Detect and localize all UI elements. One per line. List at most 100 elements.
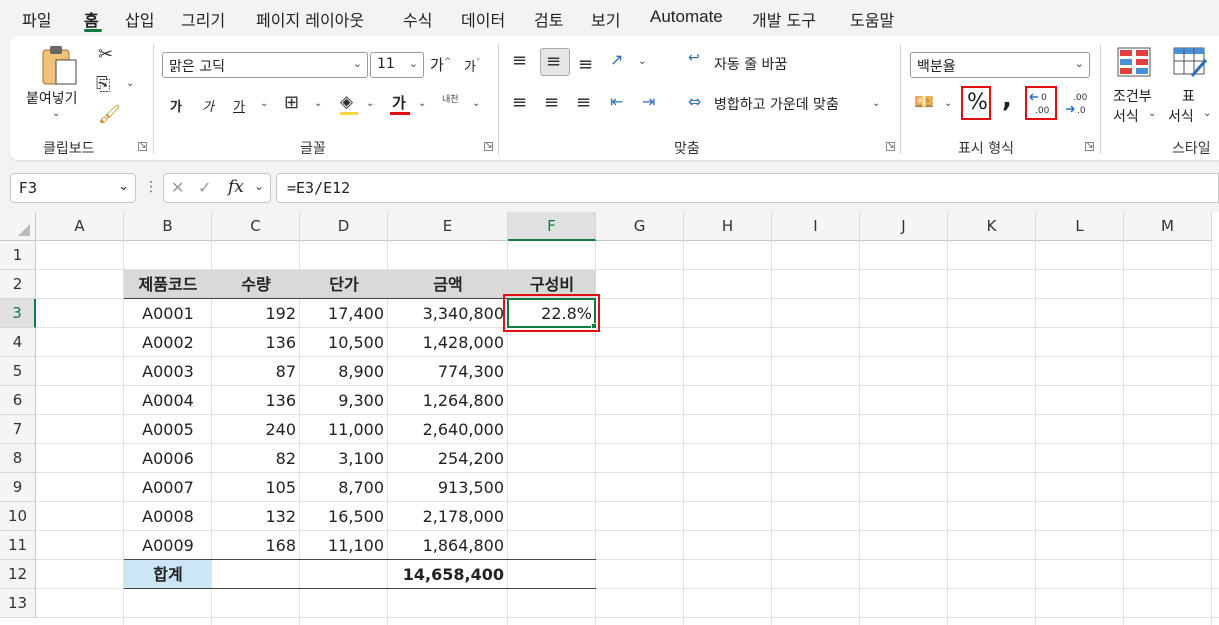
align-left-icon[interactable]: ≡: [512, 92, 527, 113]
column-header-b[interactable]: B: [124, 212, 212, 241]
column-header-c[interactable]: C: [212, 212, 300, 241]
align-middle-button[interactable]: ≡: [540, 48, 570, 76]
row-header-5[interactable]: 5: [0, 357, 36, 386]
decrease-decimal-button[interactable]: .00 .0: [1064, 89, 1090, 117]
column-header-f[interactable]: F: [508, 212, 596, 241]
font-launcher-icon[interactable]: ↘: [484, 142, 493, 151]
enter-icon[interactable]: ✓: [198, 178, 211, 197]
paste-dropdown-icon[interactable]: ⌄: [52, 108, 60, 119]
accounting-dropdown-icon[interactable]: ⌄: [944, 98, 952, 109]
column-header-d[interactable]: D: [300, 212, 388, 241]
row-header-3[interactable]: 3: [0, 299, 36, 328]
row-header-2[interactable]: 2: [0, 270, 36, 299]
paste-button[interactable]: [40, 44, 80, 88]
product-code-cell[interactable]: A0009: [124, 531, 212, 560]
increase-indent-icon[interactable]: ⇥: [642, 92, 655, 111]
name-box[interactable]: F3 ⌄: [10, 173, 136, 203]
row-header-7[interactable]: 7: [0, 415, 36, 444]
table-cell[interactable]: 82: [212, 444, 300, 473]
merge-center-button[interactable]: 병합하고 가운데 맞춤: [714, 94, 839, 114]
underline-button[interactable]: 가: [233, 96, 245, 115]
fill-color-dropdown-icon[interactable]: ⌄: [366, 98, 374, 109]
menu-draw[interactable]: 그리기: [181, 7, 225, 31]
table-cell[interactable]: 3,100: [300, 444, 388, 473]
wrap-text-button[interactable]: 자동 줄 바꿈: [714, 54, 787, 74]
font-name-combo[interactable]: 맑은 고딕 ⌄: [162, 52, 368, 78]
align-center-icon[interactable]: ≡: [544, 92, 559, 113]
copy-dropdown-icon[interactable]: ⌄: [126, 78, 134, 89]
table-cell[interactable]: 1,428,000: [388, 328, 508, 357]
table-header-cell[interactable]: 수량: [212, 270, 300, 299]
border-dropdown-icon[interactable]: ⌄: [314, 98, 322, 109]
table-cell[interactable]: 9,300: [300, 386, 388, 415]
grow-font-button[interactable]: 가^: [430, 54, 451, 75]
increase-decimal-button[interactable]: 0 .00: [1028, 89, 1054, 117]
menu-review[interactable]: 검토: [534, 7, 563, 31]
table-cell[interactable]: 87: [212, 357, 300, 386]
table-cell[interactable]: 16,500: [300, 502, 388, 531]
table-cell[interactable]: 132: [212, 502, 300, 531]
menu-formulas[interactable]: 수식: [403, 7, 432, 31]
align-top-icon[interactable]: ≡: [512, 50, 527, 71]
border-icon[interactable]: ⊞: [284, 92, 299, 113]
product-code-cell[interactable]: A0007: [124, 473, 212, 502]
row-header-4[interactable]: 4: [0, 328, 36, 357]
table-cell[interactable]: 10,500: [300, 328, 388, 357]
fill-color-icon[interactable]: ◈: [340, 92, 353, 112]
column-header-g[interactable]: G: [596, 212, 684, 241]
table-cell[interactable]: 8,700: [300, 473, 388, 502]
table-cell[interactable]: 105: [212, 473, 300, 502]
phonetic-dropdown-icon[interactable]: ⌄: [472, 98, 480, 109]
align-bottom-icon[interactable]: ≡: [578, 54, 593, 75]
column-header-j[interactable]: J: [860, 212, 948, 241]
conditional-dropdown-icon[interactable]: ⌄: [1148, 108, 1156, 119]
decrease-indent-icon[interactable]: ⇤: [610, 92, 623, 111]
menu-help[interactable]: 도움말: [850, 7, 894, 31]
total-label-cell[interactable]: 합계: [124, 560, 212, 589]
column-header-a[interactable]: A: [36, 212, 124, 241]
clipboard-launcher-icon[interactable]: ↘: [138, 142, 147, 151]
table-cell[interactable]: 240: [212, 415, 300, 444]
product-code-cell[interactable]: A0005: [124, 415, 212, 444]
product-code-cell[interactable]: A0004: [124, 386, 212, 415]
table-cell[interactable]: 11,000: [300, 415, 388, 444]
merge-center-icon[interactable]: ⇔: [688, 92, 701, 111]
phonetic-button[interactable]: 내천: [442, 92, 459, 105]
format-painter-icon[interactable]: 🖌: [98, 104, 121, 125]
menu-page-layout[interactable]: 페이지 레이아웃: [256, 7, 364, 31]
table-cell[interactable]: 2,640,000: [388, 415, 508, 444]
table-cell[interactable]: 136: [212, 386, 300, 415]
table-cell[interactable]: 192: [212, 299, 300, 328]
font-color-dropdown-icon[interactable]: ⌄: [418, 98, 426, 109]
row-header-10[interactable]: 10: [0, 502, 36, 531]
total-amount-cell[interactable]: 14,658,400: [388, 560, 508, 589]
orientation-dropdown-icon[interactable]: ⌄: [638, 56, 646, 67]
row-header-12[interactable]: 12: [0, 560, 36, 589]
row-header-11[interactable]: 11: [0, 531, 36, 560]
column-header-i[interactable]: I: [772, 212, 860, 241]
more-options-icon[interactable]: ⋮: [144, 179, 158, 195]
table-cell[interactable]: 11,100: [300, 531, 388, 560]
menu-insert[interactable]: 삽입: [125, 7, 154, 31]
worksheet-grid[interactable]: ABCDEFGHIJKLM 1 2 3 4 5 6 7 8 9 10 11 12 13 제품코드 수량 단가…: [0, 212, 1219, 625]
orientation-icon[interactable]: ↗: [610, 50, 623, 69]
product-code-cell[interactable]: A0002: [124, 328, 212, 357]
number-format-combo[interactable]: 백분율 ⌄: [910, 52, 1090, 78]
row-header-8[interactable]: 8: [0, 444, 36, 473]
align-right-icon[interactable]: ≡: [576, 92, 591, 113]
italic-button[interactable]: 가: [202, 96, 214, 115]
bold-button[interactable]: 가: [170, 96, 182, 115]
copy-icon[interactable]: ⎘: [96, 74, 110, 95]
formula-input[interactable]: =E3/E12: [276, 173, 1219, 203]
menu-view[interactable]: 보기: [591, 7, 620, 31]
menu-home[interactable]: 홈: [84, 7, 99, 31]
column-header-h[interactable]: H: [684, 212, 772, 241]
wrap-text-icon[interactable]: ↩: [688, 50, 700, 66]
font-size-combo[interactable]: 11 ⌄: [370, 52, 424, 78]
menu-data[interactable]: 데이터: [461, 7, 505, 31]
table-cell[interactable]: 168: [212, 531, 300, 560]
conditional-formatting-button[interactable]: [1116, 46, 1152, 78]
table-cell[interactable]: 17,400: [300, 299, 388, 328]
alignment-launcher-icon[interactable]: ↘: [886, 142, 895, 151]
table-dropdown-icon[interactable]: ⌄: [1203, 108, 1211, 119]
